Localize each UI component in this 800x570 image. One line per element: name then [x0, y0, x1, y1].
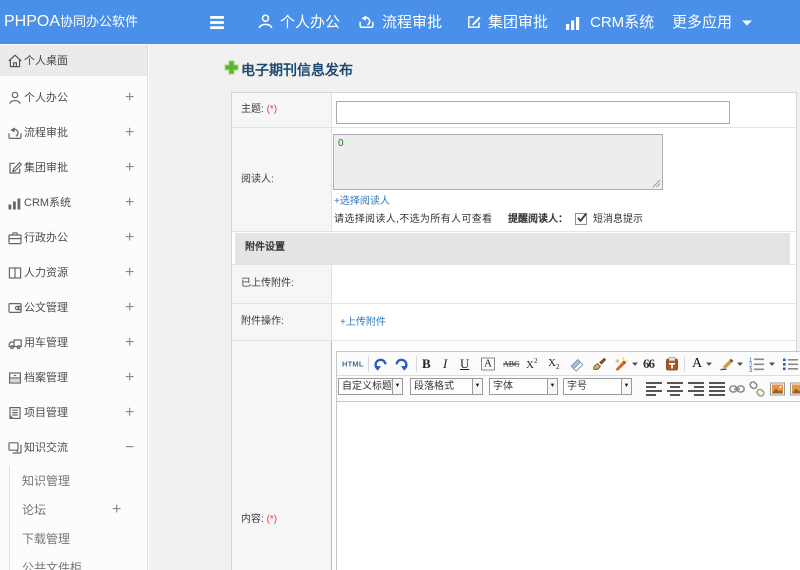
- svg-text:3: 3: [749, 368, 753, 372]
